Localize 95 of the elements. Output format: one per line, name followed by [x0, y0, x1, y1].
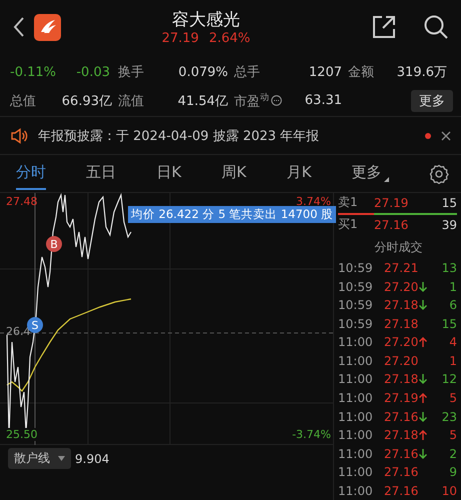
trade-time: 10:59 — [338, 316, 374, 331]
trade-time: 11:00 — [338, 354, 374, 368]
trade-volume: 13 — [440, 261, 457, 276]
trade-volume: 15 — [440, 316, 457, 331]
trade-volume: 1 — [448, 280, 457, 294]
trade-volume: 12 — [440, 372, 457, 386]
trade-time: 10:59 — [338, 261, 374, 276]
chart-tab[interactable]: 分时 — [16, 157, 46, 190]
trade-time: 11:00 — [338, 465, 374, 480]
order-volume: 39 — [440, 218, 457, 232]
trade-volume: 1 — [448, 354, 457, 368]
trade-price: 27.16 — [383, 465, 420, 480]
trade-price: 27.18 — [380, 372, 431, 386]
chart-tab[interactable]: 五日 — [86, 157, 116, 190]
down-arrow-icon — [418, 299, 428, 312]
order-price: 27.19 — [374, 196, 410, 210]
trade-price: 27.16 — [380, 410, 431, 424]
trade-time: 10:59 — [338, 280, 374, 294]
trade-time: 11:00 — [338, 484, 374, 498]
trade-volume: 5 — [448, 428, 457, 442]
stat-value: 41.54亿 — [178, 93, 228, 110]
trade-volume: 4 — [448, 335, 457, 350]
speaker-icon — [10, 128, 28, 144]
order-level: 买1 — [338, 216, 359, 234]
chart-tab[interactable]: 月K — [286, 157, 312, 190]
stat-value: 319.6万 — [396, 64, 447, 81]
trade-time: 11:00 — [338, 410, 374, 424]
caret-icon — [58, 456, 65, 461]
trade-price: 27.19 — [380, 391, 431, 405]
chart-tab[interactable]: 更多 — [352, 157, 389, 190]
back-button[interactable] — [12, 16, 26, 38]
up-arrow-icon — [418, 429, 428, 442]
up-arrow-icon — [418, 336, 428, 348]
low-price-label: 25.50 — [6, 428, 38, 441]
trade-time: 11:00 — [338, 372, 374, 386]
trades-heading: 分时成交 — [374, 238, 424, 256]
trade-price: 27.21 — [383, 261, 420, 276]
order-volume: 15 — [440, 196, 457, 210]
trade-time: 11:00 — [338, 446, 374, 461]
trade-price: 27.20 — [380, 335, 431, 350]
trade-time: 11:00 — [338, 391, 374, 405]
trade-price: 27.16 — [380, 446, 431, 461]
trade-tooltip: 均价 26.422 分 5 笔共卖出 14700 股 — [128, 206, 336, 223]
trade-volume: 5 — [448, 391, 457, 405]
notice-text: 年报预披露：于 2024-04-09 披露 2023 年年报 — [38, 128, 320, 144]
app-logo-icon — [34, 14, 61, 40]
indicator-value: 9.904 — [75, 452, 110, 466]
stat-label: 总手 — [234, 64, 260, 81]
share-button[interactable] — [371, 14, 397, 40]
trade-price: 27.20 — [383, 354, 420, 368]
down-arrow-icon — [418, 410, 428, 423]
search-button[interactable] — [423, 14, 449, 40]
trade-price: 27.18 — [380, 298, 431, 312]
stat-value: 0.079% — [178, 64, 228, 80]
trade-time: 11:00 — [338, 335, 374, 350]
down-arrow-icon — [418, 280, 428, 293]
down-arrow-icon — [418, 448, 428, 460]
stat-label: 金额 — [348, 64, 374, 81]
trade-time: 10:59 — [338, 298, 374, 312]
settings-button[interactable] — [428, 164, 449, 184]
change-percent: 2.64% — [208, 31, 250, 46]
trade-time: 11:00 — [338, 428, 374, 442]
change-value: -0.03 — [76, 64, 110, 80]
more-button[interactable]: 更多 — [411, 90, 453, 112]
order-level: 卖1 — [338, 194, 359, 212]
indicator-dropdown[interactable]: 散户线 — [8, 448, 71, 469]
low-percent-label: -3.74% — [292, 428, 331, 441]
trade-volume: 9 — [448, 465, 457, 480]
trade-volume: 10 — [440, 484, 457, 498]
trade-volume: 6 — [448, 298, 457, 312]
trade-price: 27.18 — [383, 316, 420, 331]
stat-value: 66.93亿 — [62, 93, 112, 110]
high-price-label: 27.48 — [6, 195, 38, 208]
chart-tab[interactable]: 日K — [156, 157, 182, 190]
stat-value: 63.31 — [304, 93, 342, 108]
change-value: -0.11% — [10, 64, 56, 80]
trade-marker[interactable]: B — [46, 236, 62, 252]
stock-title: 容大感光 — [172, 9, 240, 31]
trade-volume: 2 — [448, 446, 457, 461]
up-arrow-icon — [418, 392, 428, 404]
down-arrow-icon — [418, 373, 428, 386]
stat-label: 流值 — [118, 93, 144, 110]
chart-tab[interactable]: 周K — [222, 157, 246, 190]
close-button[interactable] — [441, 130, 451, 140]
order-price: 27.16 — [374, 218, 410, 232]
trade-price: 27.18 — [380, 428, 431, 442]
current-price: 27.19 — [162, 31, 199, 46]
high-percent-label: 3.74% — [296, 195, 331, 208]
trade-price: 27.16 — [383, 484, 420, 498]
trade-volume: 23 — [440, 410, 457, 424]
stat-label: 换手 — [118, 64, 144, 81]
trade-price: 27.20 — [380, 280, 431, 294]
stat-value: 1207 — [308, 64, 342, 80]
stat-label: 总值 — [10, 93, 36, 110]
stat-label: 市盈$^{动}$ — [234, 91, 282, 111]
